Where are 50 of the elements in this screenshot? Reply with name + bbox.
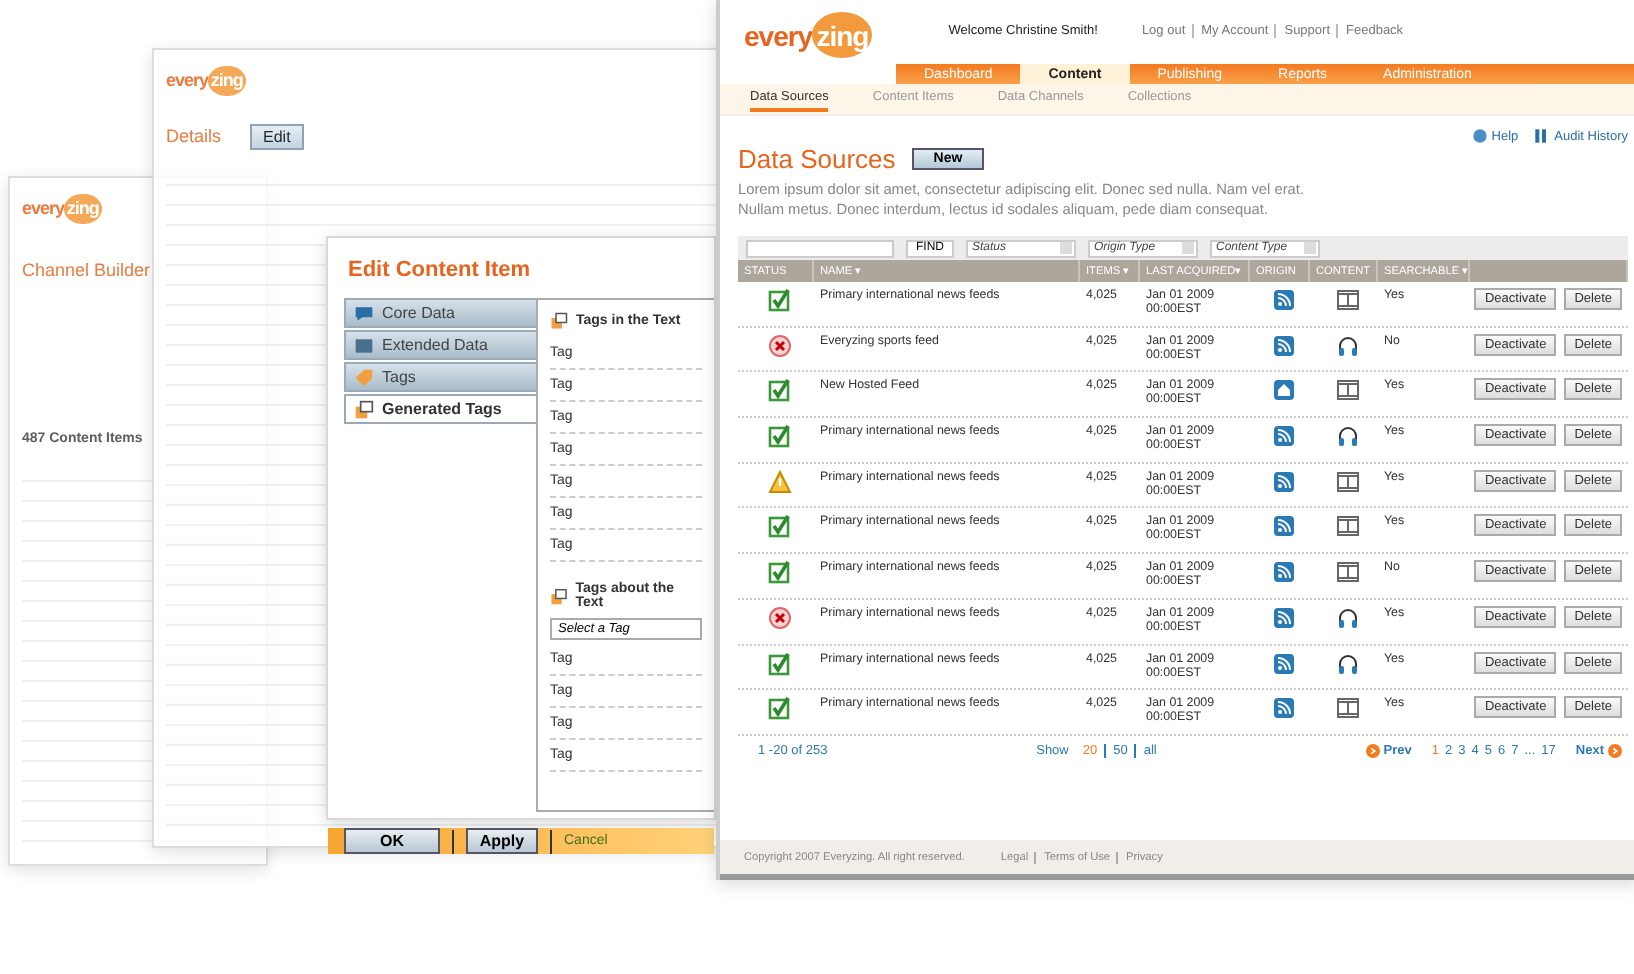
- home-icon: [1271, 378, 1295, 403]
- rss-icon: [1271, 424, 1295, 449]
- film-icon: [1335, 469, 1359, 494]
- dialog-tab[interactable]: Core Data: [344, 298, 536, 328]
- page-title: Details: [166, 126, 222, 146]
- dialog-title: Edit Content Item: [346, 256, 533, 286]
- search-field[interactable]: [746, 239, 894, 257]
- edit-button[interactable]: Edit: [249, 123, 305, 149]
- logo: everyzing: [744, 12, 873, 58]
- rss-icon: [1271, 560, 1295, 585]
- circle-arrow-icon: [1365, 744, 1380, 759]
- error-icon: [767, 333, 791, 358]
- film-icon: [1335, 696, 1359, 721]
- rss-icon: [1271, 469, 1295, 494]
- circle-arrow-icon: [1608, 744, 1622, 759]
- check-icon: [767, 378, 791, 403]
- film-icon: [1335, 560, 1359, 585]
- rss-icon: [1271, 696, 1295, 721]
- film-icon: [1335, 288, 1359, 312]
- check-icon: [767, 560, 791, 585]
- rss-icon: [1271, 288, 1295, 312]
- page-title: Data Sources: [738, 144, 896, 174]
- headphones-icon: [1335, 333, 1359, 358]
- dialog-tab[interactable]: Extended Data: [344, 330, 536, 360]
- speech-bubble-icon: [354, 303, 374, 323]
- rss-icon: [1271, 651, 1295, 675]
- headphones-icon: [1335, 424, 1359, 449]
- rss-icon: [1271, 605, 1295, 630]
- page-title: Channel Builder: [22, 259, 153, 279]
- check-icon: [767, 514, 791, 539]
- check-icon: [767, 424, 791, 449]
- tags-icon: [550, 312, 568, 330]
- check-icon: [767, 696, 791, 721]
- rss-icon: [1271, 514, 1295, 539]
- headphones-icon: [1335, 651, 1359, 675]
- headphones-icon: [1335, 605, 1359, 630]
- error-icon: [767, 605, 791, 630]
- warning-icon: [767, 469, 791, 494]
- tags-icon: [550, 587, 568, 605]
- check-icon: [767, 651, 791, 675]
- tags-icon: [354, 399, 374, 419]
- ok-button[interactable]: OK: [344, 828, 440, 854]
- film-icon: [1335, 514, 1359, 539]
- dialog-tab[interactable]: Tags: [344, 362, 536, 392]
- tag-icon: [354, 367, 374, 387]
- check-icon: [767, 288, 791, 312]
- film-icon: [1335, 378, 1359, 403]
- rss-icon: [1271, 333, 1295, 358]
- dialog-tab[interactable]: Generated Tags: [344, 394, 536, 424]
- apply-button[interactable]: Apply: [466, 828, 538, 854]
